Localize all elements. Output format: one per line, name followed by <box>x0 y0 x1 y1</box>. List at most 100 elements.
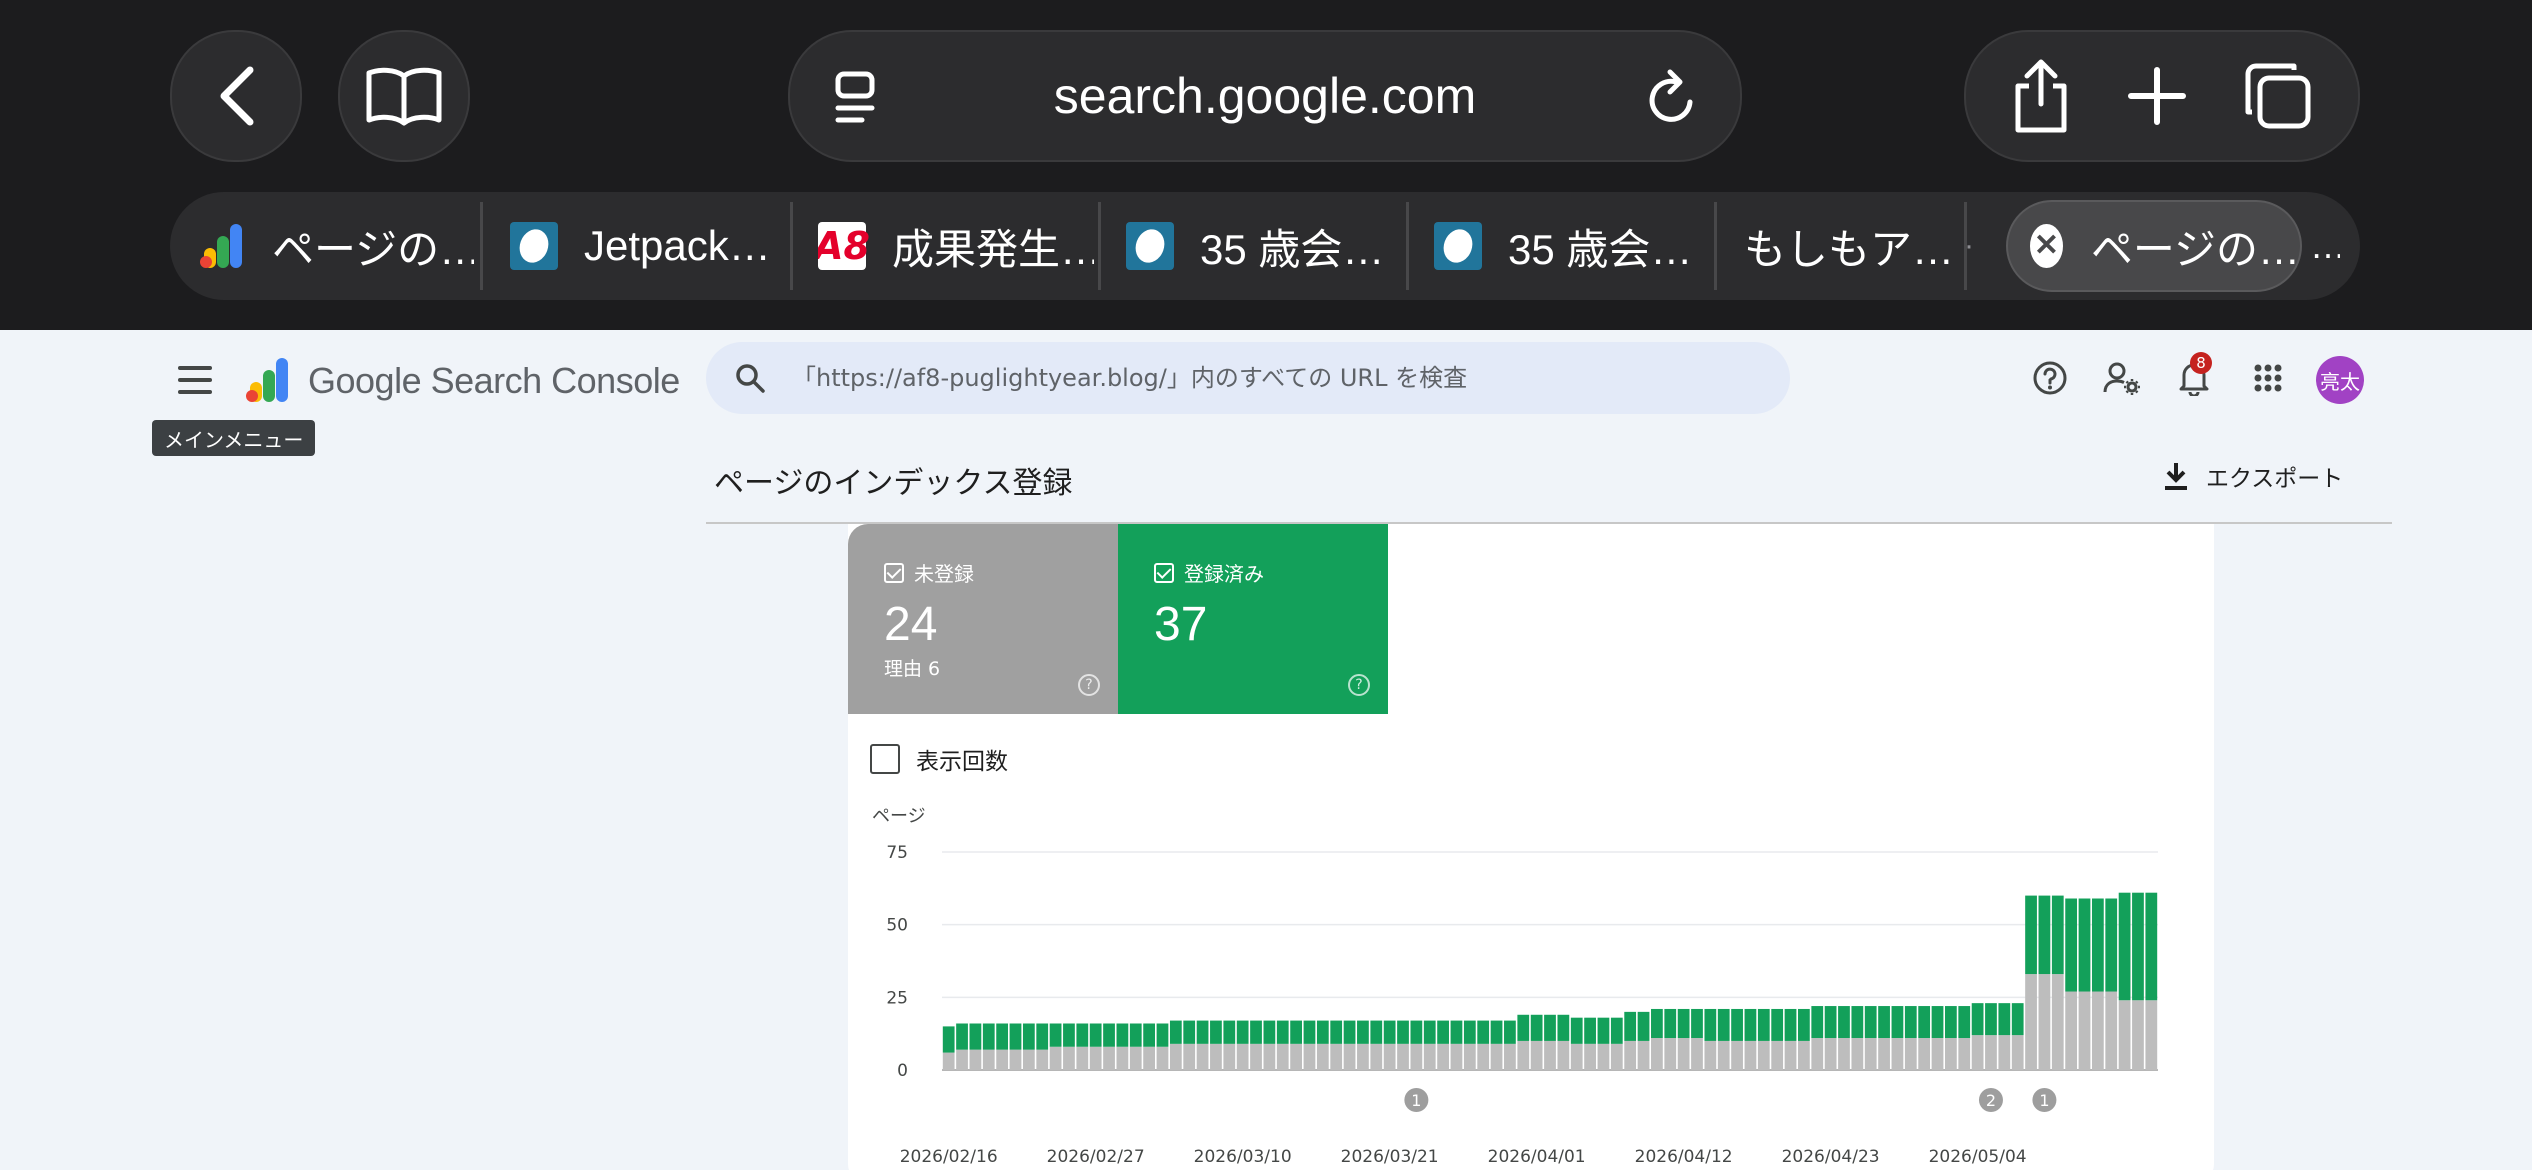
tab-0[interactable]: ページの… <box>198 192 474 300</box>
apps-grid-icon[interactable] <box>2248 358 2288 398</box>
bar-segment <box>942 1052 955 1070</box>
metric-not-indexed[interactable]: 未登録 24 理由 6 ? <box>848 524 1118 714</box>
bar-segment <box>1651 1038 1663 1070</box>
bar-segment <box>1156 1046 1169 1070</box>
bar-segment <box>1904 1038 1917 1070</box>
bar-segment <box>2145 1000 2158 1070</box>
tab-separator <box>1406 202 1409 290</box>
x-tick-label: 2026/04/01 <box>1488 1147 1586 1167</box>
bar-segment <box>1276 1043 1289 1070</box>
bar-segment <box>1637 1011 1650 1041</box>
bar-segment <box>969 1049 982 1070</box>
bar-segment <box>1383 1020 1396 1044</box>
bar-segment <box>1103 1023 1115 1047</box>
y-tick-label: 25 <box>886 988 908 1008</box>
tab-2[interactable]: A8 成果発生… <box>818 192 1094 300</box>
bar-segment <box>1290 1020 1302 1044</box>
bar-segment <box>1731 1008 1743 1041</box>
bar-segment <box>982 1023 995 1050</box>
search-console-page: Google Search Console メインメニュー 8 亮太 ページのイ… <box>0 330 2532 1170</box>
x-tick-label: 2026/03/21 <box>1341 1147 1439 1167</box>
bar-segment <box>1397 1020 1409 1044</box>
bar-segment <box>1570 1043 1583 1070</box>
bar-segment <box>1557 1014 1570 1041</box>
bar-segment <box>1757 1008 1770 1041</box>
impressions-checkbox[interactable] <box>870 744 900 774</box>
bar-segment <box>1022 1023 1035 1050</box>
bar-segment <box>1771 1040 1784 1070</box>
share-icon[interactable] <box>2010 58 2072 134</box>
bar-segment <box>1036 1049 1049 1070</box>
bar-segment <box>1704 1040 1717 1070</box>
bar-segment <box>1196 1020 1209 1044</box>
export-button[interactable]: エクスポート <box>2164 454 2343 498</box>
bar-segment <box>1169 1043 1182 1070</box>
bar-segment <box>942 1026 955 1053</box>
reload-icon[interactable] <box>1644 68 1700 128</box>
help-icon[interactable]: ? <box>1078 674 1100 696</box>
bar-segment <box>2038 895 2051 975</box>
x-tick-label: 2026/02/27 <box>1047 1147 1145 1167</box>
bar-segment <box>1049 1046 1062 1070</box>
address-bar[interactable]: search.google.com <box>788 30 1742 162</box>
x-tick-label: 2026/02/16 <box>900 1147 998 1167</box>
help-icon[interactable]: ? <box>1348 674 1370 696</box>
tab-3[interactable]: 35 歳会… <box>1126 192 1402 300</box>
y-tick-label: 75 <box>886 843 908 863</box>
metric-indexed[interactable]: 登録済み 37 ? <box>1118 524 1388 714</box>
bar-segment <box>1918 1006 1931 1039</box>
chevron-left-icon <box>220 66 254 126</box>
tab-5[interactable]: もしもア… <box>1718 192 1954 300</box>
bar-segment <box>1971 1003 1984 1036</box>
product-title[interactable]: Google Search Console <box>308 360 680 402</box>
hamburger-menu-icon[interactable] <box>178 366 212 394</box>
help-icon[interactable] <box>2030 358 2070 398</box>
bar-segment <box>1691 1008 1703 1039</box>
bar-segment <box>1704 1008 1717 1041</box>
tab-label: 35 歳会… <box>1508 225 1693 273</box>
bar-segment <box>2118 892 2131 1001</box>
bar-segment <box>1530 1040 1543 1070</box>
bar-segment <box>1744 1008 1757 1041</box>
bar-segment <box>1437 1020 1449 1044</box>
back-button[interactable] <box>170 30 302 162</box>
bar-segment <box>1838 1006 1850 1039</box>
bookmarks-button[interactable] <box>338 30 470 162</box>
bar-segment <box>1677 1008 1690 1039</box>
x-tick-label: 2026/05/04 <box>1929 1147 2027 1167</box>
bar-segment <box>1597 1043 1610 1070</box>
page-title: ページのインデックス登録 <box>714 466 1073 501</box>
close-icon[interactable]: ✕ <box>2030 224 2063 268</box>
wordpress-icon <box>1126 222 1174 270</box>
tabs-overview-icon[interactable] <box>2242 60 2314 132</box>
bar-segment <box>969 1023 982 1050</box>
url-inspection-input[interactable] <box>792 342 1752 414</box>
x-tick-label: 2026/03/10 <box>1194 1147 1292 1167</box>
tab-4[interactable]: 35 歳会… <box>1434 192 1710 300</box>
tab-label: ページの… <box>2090 225 2300 273</box>
impressions-label: 表示回数 <box>916 749 1008 775</box>
bar-segment <box>1744 1040 1757 1070</box>
tab-label: 成果発生… <box>892 225 1094 273</box>
bar-segment <box>1183 1043 1196 1070</box>
impressions-toggle[interactable]: 表示回数 <box>870 742 1008 776</box>
bar-segment <box>1250 1020 1262 1044</box>
bar-segment <box>1798 1040 1810 1070</box>
bar-segment <box>1423 1043 1436 1070</box>
bar-segment <box>1998 1003 2011 1036</box>
bar-segment <box>1370 1043 1383 1070</box>
bar-segment <box>1477 1020 1490 1044</box>
checkbox-checked-icon[interactable] <box>1154 562 1174 583</box>
user-settings-icon[interactable] <box>2102 358 2142 398</box>
avatar[interactable]: 亮太 <box>2316 356 2364 404</box>
url-inspection-search[interactable] <box>706 342 1790 414</box>
bar-segment <box>1985 1035 1997 1070</box>
tab-overflow-icon[interactable]: … <box>2310 192 2340 300</box>
tab-active[interactable]: ✕ ページの… <box>2006 200 2302 292</box>
tab-1[interactable]: Jetpack… <box>510 192 786 300</box>
bar-segment <box>956 1023 968 1050</box>
new-tab-icon[interactable] <box>2127 66 2187 126</box>
bar-segment <box>2065 898 2078 992</box>
checkbox-checked-icon[interactable] <box>884 562 904 583</box>
metric-value: 37 <box>1154 598 1208 651</box>
